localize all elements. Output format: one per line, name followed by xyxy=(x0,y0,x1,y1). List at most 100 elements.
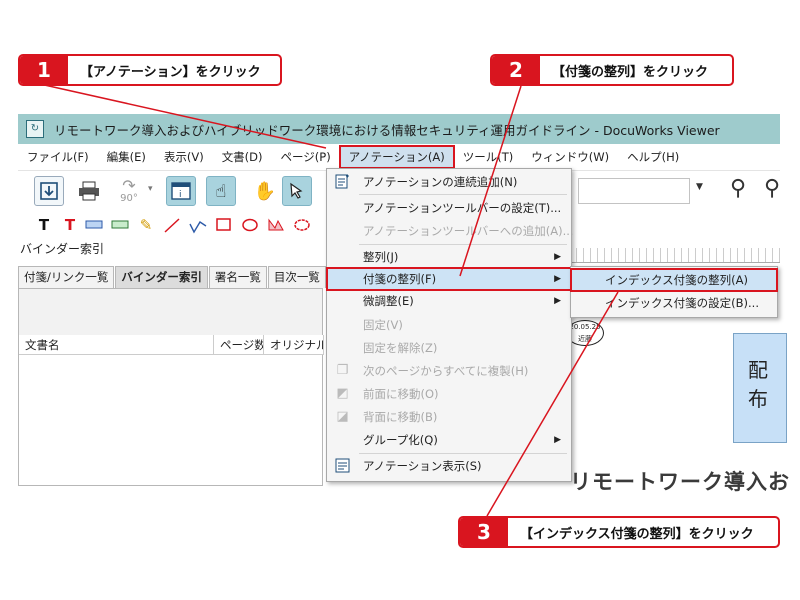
annotation-display-icon xyxy=(335,458,350,473)
tab-sticky-link-list[interactable]: 付箋/リンク一覧 xyxy=(18,266,115,288)
menu-separator xyxy=(359,244,567,245)
menu-item-label: 次のページからすべてに複製(H) xyxy=(363,364,529,378)
menu-item-send-back: ◪ 背面に移動(B) xyxy=(327,406,571,428)
menu-tools[interactable]: ツール(T) xyxy=(454,146,523,168)
column-page-count[interactable]: ページ数 xyxy=(214,335,264,355)
menu-item-toolbar-add: アノテーションツールバーへの追加(A)... xyxy=(327,220,574,242)
callout-step-number: 2 xyxy=(492,56,540,84)
copy-pages-icon: ❐ xyxy=(336,363,349,378)
callout-step-number: 1 xyxy=(20,56,68,84)
column-document-name[interactable]: 文書名 xyxy=(19,335,214,355)
menu-item-label: グループ化(Q) xyxy=(363,433,438,447)
menu-item-fix: 固定(V) xyxy=(327,314,571,336)
callout-step-1: 1 【アノテーション】をクリック xyxy=(18,54,282,86)
zoom-combo[interactable] xyxy=(578,178,690,204)
binder-tabs: 付箋/リンク一覧 バインダー索引 署名一覧 目次一覧 xyxy=(18,266,327,288)
menu-item-label: 微調整(E) xyxy=(363,294,414,308)
menu-item-label: アノテーション表示(S) xyxy=(363,459,482,473)
svg-text:i: i xyxy=(179,190,182,200)
window-titlebar: ↻ リモートワーク導入およびハイブリッドワーク環境における情報セキュリティ運用ガ… xyxy=(18,114,780,144)
menu-document[interactable]: 文書(D) xyxy=(213,146,272,168)
tab-binder-index[interactable]: バインダー索引 xyxy=(115,266,208,288)
zoom-out-icon[interactable]: ⚲ xyxy=(764,176,780,201)
bring-front-icon: ◩ xyxy=(336,386,349,401)
zoom-dropdown-icon[interactable]: ▼ xyxy=(696,182,703,192)
send-back-icon: ◪ xyxy=(336,409,349,424)
menu-edit[interactable]: 編集(E) xyxy=(98,146,155,168)
submenu-item-index-sticky-align[interactable]: インデックス付箋の整列(A) xyxy=(570,268,778,292)
callout-step-2: 2 【付箋の整列】をクリック xyxy=(490,54,734,86)
blue-box-text: 配布 xyxy=(748,358,768,411)
stamp-date: 20.05.25 xyxy=(569,323,601,331)
menu-item-label: 付箋の整列(F) xyxy=(363,272,437,286)
polygon-icon[interactable] xyxy=(266,214,286,236)
menu-item-label: 前面に移動(O) xyxy=(363,387,439,401)
cloud-icon[interactable] xyxy=(292,214,312,236)
print-icon[interactable] xyxy=(74,176,104,206)
info-window-icon[interactable]: i xyxy=(166,176,196,206)
document-heading: リモートワーク導入お xyxy=(570,470,790,494)
menu-item-fine-tune[interactable]: 微調整(E) ▶ xyxy=(327,290,571,312)
menu-item-continuous-add[interactable]: アノテーションの連続追加(N) xyxy=(327,171,571,193)
menu-item-toolbar-settings[interactable]: アノテーションツールバーの設定(T)... xyxy=(327,197,571,219)
menu-page[interactable]: ページ(P) xyxy=(272,146,340,168)
sticky-note-blue-icon[interactable] xyxy=(84,214,104,236)
marker-icon[interactable]: ✎ xyxy=(136,214,156,236)
menu-annotation[interactable]: アノテーション(A) xyxy=(338,145,455,169)
rotate-dropdown-icon[interactable]: ▾ xyxy=(148,184,153,194)
sticky-note-green-icon[interactable] xyxy=(110,214,130,236)
menu-item-label: 背面に移動(B) xyxy=(363,410,438,424)
annotation-add-icon xyxy=(335,174,350,189)
docuworks-app-icon: ↻ xyxy=(26,120,44,138)
line-icon[interactable] xyxy=(162,214,182,236)
stamp-name: 近藤 xyxy=(578,335,592,343)
menu-item-label: 固定(V) xyxy=(363,318,403,332)
rotate-icon[interactable]: ↷ 90° xyxy=(114,176,144,206)
menu-file[interactable]: ファイル(F) xyxy=(18,146,98,168)
menu-item-annotation-display[interactable]: アノテーション表示(S) xyxy=(327,455,571,477)
callout-step-text: 【インデックス付箋の整列】をクリック xyxy=(520,526,754,542)
menu-view[interactable]: 表示(V) xyxy=(155,146,213,168)
submenu-arrow-icon: ▶ xyxy=(554,435,561,445)
submenu-arrow-icon: ▶ xyxy=(554,274,561,284)
tab-toc-list[interactable]: 目次一覧 xyxy=(267,266,326,288)
zoom-in-icon[interactable]: ⚲ xyxy=(730,176,746,201)
submenu-arrow-icon: ▶ xyxy=(554,296,561,306)
callout-step-number: 3 xyxy=(460,518,508,546)
rotate-label: 90° xyxy=(120,192,138,204)
binder-panel-title: バインダー索引 xyxy=(20,242,105,256)
callout-step-text: 【付箋の整列】をクリック xyxy=(552,64,709,80)
menu-item-unfix: 固定を解除(Z) xyxy=(327,337,571,359)
menu-window[interactable]: ウィンドウ(W) xyxy=(522,146,618,168)
select-arrow-icon[interactable] xyxy=(282,176,312,206)
ellipse-icon[interactable] xyxy=(240,214,260,236)
menu-item-align[interactable]: 整列(J) ▶ xyxy=(327,246,571,268)
tab-signature-list[interactable]: 署名一覧 xyxy=(208,266,267,288)
annotation-menu: アノテーションの連続追加(N) アノテーションツールバーの設定(T)... アノ… xyxy=(326,168,574,482)
hand-pan-icon[interactable]: ✋ xyxy=(250,176,280,206)
menu-help[interactable]: ヘルプ(H) xyxy=(618,146,688,168)
menu-item-label: アノテーションの連続追加(N) xyxy=(363,175,518,189)
menu-item-label: 固定を解除(Z) xyxy=(363,341,438,355)
window-title: リモートワーク導入およびハイブリッドワーク環境における情報セキュリティ運用ガイド… xyxy=(54,122,720,138)
menu-item-group[interactable]: グループ化(Q) ▶ xyxy=(327,429,571,451)
menu-item-label: 整列(J) xyxy=(363,250,399,264)
panel-toolbar-area xyxy=(19,289,322,336)
menu-item-copy-all-pages: ❐ 次のページからすべてに複製(H) xyxy=(327,360,571,382)
polyline-icon[interactable] xyxy=(188,214,208,236)
callout-step-text: 【アノテーション】をクリック xyxy=(80,64,261,80)
text-black-icon[interactable]: T xyxy=(34,214,54,236)
sticky-align-submenu: インデックス付箋の整列(A) インデックス付箋の設定(B)... xyxy=(570,266,778,318)
submenu-arrow-icon: ▶ xyxy=(554,252,561,262)
document-ruler xyxy=(570,248,780,263)
menu-item-sticky-align[interactable]: 付箋の整列(F) ▶ xyxy=(326,267,572,291)
menu-item-label: アノテーションツールバーの設定(T)... xyxy=(363,201,562,215)
text-red-icon[interactable]: T xyxy=(60,214,80,236)
import-icon[interactable] xyxy=(34,176,64,206)
hand-pointer-icon[interactable]: ☝ xyxy=(206,176,236,206)
document-blue-box: 配布 xyxy=(733,333,787,443)
submenu-item-index-sticky-settings[interactable]: インデックス付箋の設定(B)... xyxy=(571,292,777,314)
column-original[interactable]: オリジナル xyxy=(264,335,324,355)
rectangle-icon[interactable] xyxy=(214,214,234,236)
menu-separator xyxy=(359,194,567,195)
